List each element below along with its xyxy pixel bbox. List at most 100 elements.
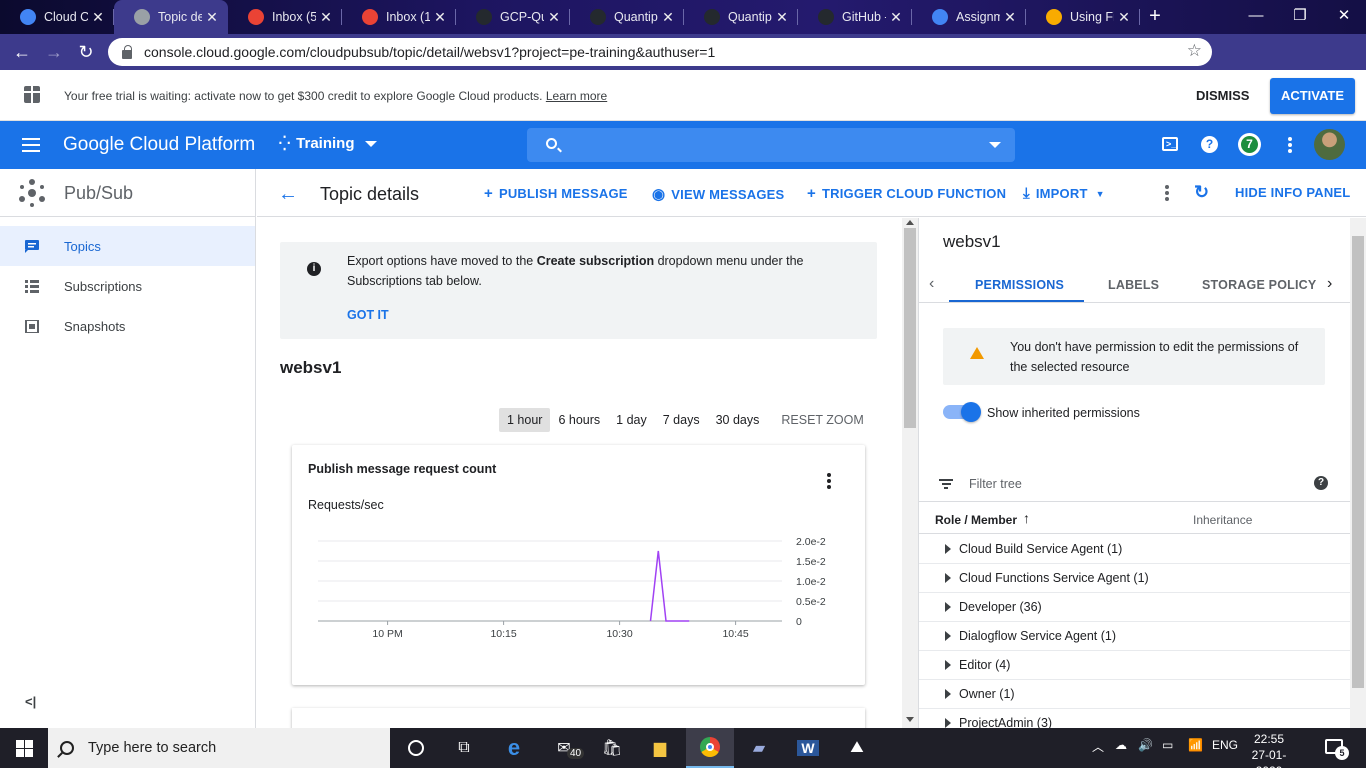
gcp-more-icon[interactable] <box>1288 137 1292 155</box>
close-tab-icon[interactable]: ✕ <box>1002 9 1018 26</box>
scroll-thumb[interactable] <box>1352 236 1364 688</box>
role-row[interactable]: ProjectAdmin (3) <box>919 709 1350 728</box>
line-chart[interactable]: 2.0e-2 1.5e-2 1.0e-2 0.5e-2 0 10 PM 10:15 10:30… <box>292 445 865 685</box>
back-arrow-icon[interactable]: ← <box>278 183 298 206</box>
browser-tab[interactable]: Inbox (12✕ <box>342 0 456 34</box>
help-icon[interactable]: ? <box>1201 136 1218 153</box>
dismiss-button[interactable]: DISMISS <box>1196 88 1249 103</box>
battery-icon[interactable]: ▭ <box>1162 738 1173 752</box>
sidebar-item-topics[interactable]: Topics <box>0 226 255 266</box>
scroll-up-icon[interactable] <box>906 220 914 225</box>
sidebar-item-subscriptions[interactable]: Subscriptions <box>0 266 255 306</box>
browser-tab[interactable]: Topic det✕ <box>114 0 228 34</box>
taskbar-search[interactable]: Type here to search <box>48 728 390 768</box>
trigger-cloud-function-button[interactable]: + TRIGGER CLOUD FUNCTION <box>807 185 1006 202</box>
mail-icon[interactable]: ✉ 40 <box>540 728 588 768</box>
role-row[interactable]: Cloud Build Service Agent (1) <box>919 535 1350 564</box>
minimize-button[interactable]: — <box>1234 0 1278 32</box>
notifications-badge[interactable]: 7 <box>1238 133 1261 156</box>
scroll-thumb[interactable] <box>904 228 916 428</box>
tab-storage-policy[interactable]: STORAGE POLICY <box>1202 278 1316 292</box>
chrome-icon[interactable] <box>686 728 734 768</box>
expand-arrow-icon[interactable] <box>945 689 951 699</box>
gcp-title[interactable]: Google Cloud Platform <box>63 134 255 156</box>
hide-info-panel-button[interactable]: HIDE INFO PANEL <box>1235 185 1350 200</box>
restore-button[interactable]: ❐ <box>1278 0 1322 32</box>
range-1-day[interactable]: 1 day <box>608 408 655 432</box>
expand-arrow-icon[interactable] <box>945 718 951 728</box>
range-1-hour[interactable]: 1 hour <box>499 408 551 432</box>
close-tab-icon[interactable]: ✕ <box>546 9 562 26</box>
browser-tab[interactable]: Quantiph✕ <box>570 0 684 34</box>
help-icon[interactable]: ? <box>1314 476 1328 490</box>
edge-icon[interactable]: e <box>490 728 538 768</box>
close-tab-icon[interactable]: ✕ <box>90 9 106 26</box>
chevron-right-icon[interactable]: › <box>1327 275 1332 293</box>
back-nav-icon[interactable]: ← <box>6 42 38 63</box>
close-tab-icon[interactable]: ✕ <box>204 9 220 26</box>
sidebar-item-snapshots[interactable]: Snapshots <box>0 306 255 346</box>
bookmark-star-icon[interactable]: ☆ <box>1187 41 1202 61</box>
expand-arrow-icon[interactable] <box>945 573 951 583</box>
show-hidden-icons[interactable]: ︿ <box>1092 738 1104 755</box>
reload-icon[interactable]: ↻ <box>70 42 102 63</box>
forward-nav-icon[interactable]: → <box>38 42 70 63</box>
action-center-icon[interactable]: 5 <box>1325 739 1349 760</box>
close-tab-icon[interactable]: ✕ <box>660 9 676 26</box>
panel-scrollbar[interactable] <box>1350 218 1366 728</box>
filter-tree-input[interactable]: Filter tree <box>969 477 1022 491</box>
view-messages-button[interactable]: ◉ VIEW MESSAGES <box>652 185 784 203</box>
scroll-down-icon[interactable] <box>906 717 914 722</box>
tab-labels[interactable]: LABELS <box>1108 278 1159 292</box>
search-dropdown-icon[interactable] <box>989 142 1001 148</box>
photos-icon[interactable]: ⛰ <box>833 728 881 768</box>
close-tab-icon[interactable]: ✕ <box>318 9 334 26</box>
inherited-permissions-toggle[interactable] <box>943 402 981 422</box>
role-member-header[interactable]: Role / Member <box>935 513 1017 527</box>
store-icon[interactable]: 🛍 <box>588 728 636 768</box>
role-row[interactable]: Owner (1) <box>919 680 1350 709</box>
url-text[interactable]: console.cloud.google.com/cloudpubsub/top… <box>144 44 715 60</box>
publish-message-button[interactable]: + PUBLISH MESSAGE <box>484 185 628 202</box>
sort-arrow-up-icon[interactable]: ↑ <box>1023 510 1030 526</box>
console-search-bar[interactable] <box>527 128 1015 162</box>
account-avatar[interactable] <box>1314 129 1345 160</box>
learn-more-link[interactable]: Learn more <box>546 89 607 103</box>
expand-arrow-icon[interactable] <box>945 631 951 641</box>
browser-tab[interactable]: Using Fir✕ <box>1026 0 1140 34</box>
expand-arrow-icon[interactable] <box>945 544 951 554</box>
volume-icon[interactable]: 🔊 <box>1138 738 1153 752</box>
notes-app-icon[interactable]: ▰ <box>735 728 783 768</box>
browser-tab[interactable]: Quantiph✕ <box>684 0 798 34</box>
taskbar-clock[interactable]: 22:55 27-01-2020 <box>1244 731 1294 779</box>
chevron-left-icon[interactable]: ‹ <box>929 275 934 293</box>
language-indicator[interactable]: ENG <box>1212 738 1238 752</box>
browser-tab[interactable]: GCP-Qua✕ <box>456 0 570 34</box>
browser-tab[interactable]: Assignme✕ <box>912 0 1026 34</box>
url-bar[interactable]: console.cloud.google.com/cloudpubsub/top… <box>108 38 1212 66</box>
onedrive-icon[interactable]: ☁ <box>1115 738 1127 752</box>
close-tab-icon[interactable]: ✕ <box>1116 9 1132 26</box>
main-scrollbar[interactable] <box>902 218 918 728</box>
refresh-icon[interactable]: ↻ <box>1194 182 1209 203</box>
reset-zoom-button[interactable]: RESET ZOOM <box>773 408 871 432</box>
browser-tab[interactable]: GitHub - ✕ <box>798 0 912 34</box>
cortana-icon[interactable] <box>392 728 440 768</box>
collapse-sidebar-icon[interactable]: <| <box>25 694 36 709</box>
start-button[interactable] <box>0 728 48 768</box>
role-row[interactable]: Developer (36) <box>919 593 1350 622</box>
expand-arrow-icon[interactable] <box>945 602 951 612</box>
new-tab-button[interactable]: + <box>1140 0 1170 34</box>
range-30-days[interactable]: 30 days <box>708 408 768 432</box>
role-row[interactable]: Dialogflow Service Agent (1) <box>919 622 1350 651</box>
import-button[interactable]: ⤓ IMPORT ▼ <box>1023 185 1105 202</box>
task-view-icon[interactable]: ⧉ <box>440 728 488 768</box>
more-actions-icon[interactable] <box>1165 185 1169 203</box>
close-tab-icon[interactable]: ✕ <box>888 9 904 26</box>
activate-button[interactable]: ACTIVATE <box>1270 78 1355 114</box>
role-row[interactable]: Cloud Functions Service Agent (1) <box>919 564 1350 593</box>
wifi-icon[interactable]: 📶 <box>1188 738 1203 752</box>
range-7-days[interactable]: 7 days <box>655 408 708 432</box>
file-explorer-icon[interactable]: ▆ <box>636 728 684 768</box>
close-tab-icon[interactable]: ✕ <box>774 9 790 26</box>
